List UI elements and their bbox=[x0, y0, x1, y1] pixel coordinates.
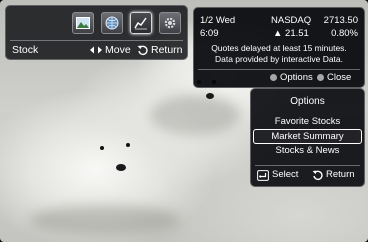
stock-time: 6:09 bbox=[200, 28, 219, 39]
stock-index-value: 2713.50 bbox=[323, 15, 358, 26]
widget-icon-row bbox=[72, 12, 181, 34]
select-label: Select bbox=[272, 169, 299, 180]
options-return-label: Return bbox=[326, 169, 355, 180]
close-button[interactable]: Close bbox=[317, 72, 351, 83]
stock-panel-divider bbox=[198, 69, 360, 70]
delay-notice-line-1: Quotes delayed at least 15 minutes. bbox=[211, 43, 347, 53]
stock-index-name: NASDAQ bbox=[271, 15, 312, 26]
select-button[interactable]: Select bbox=[257, 169, 298, 181]
options-button[interactable]: Options bbox=[270, 72, 313, 83]
globe-widget-icon[interactable] bbox=[101, 12, 123, 34]
return-icon bbox=[137, 45, 148, 55]
options-return-button[interactable]: Return bbox=[312, 169, 355, 181]
delay-notice-line-2: Data provided by interactive Data. bbox=[214, 54, 344, 64]
bear-nose bbox=[206, 93, 214, 99]
settings-widget-icon[interactable] bbox=[159, 12, 181, 34]
button-dot-icon bbox=[317, 74, 324, 81]
bear-cub-shading-2 bbox=[30, 205, 180, 235]
options-menu: Options Favorite Stocks Market Summary S… bbox=[250, 88, 365, 187]
stock-change: ▲ 21.51 bbox=[273, 28, 309, 39]
options-button-label: Options bbox=[280, 72, 313, 83]
widget-bar-divider bbox=[10, 40, 183, 41]
delay-notice: Quotes delayed at least 15 minutes. Data… bbox=[194, 43, 364, 65]
return-icon bbox=[312, 170, 323, 180]
return-hint[interactable]: Return bbox=[137, 44, 183, 56]
return-label: Return bbox=[151, 44, 183, 56]
bear-nose-2 bbox=[116, 164, 126, 171]
bear-eye-4 bbox=[126, 143, 130, 147]
bear-cub-shading bbox=[150, 95, 240, 135]
move-hint: Move bbox=[90, 44, 131, 56]
bear-eye-3 bbox=[100, 146, 104, 150]
close-button-label: Close bbox=[327, 72, 352, 83]
options-menu-divider bbox=[255, 165, 360, 166]
stock-change-percent: 0.80% bbox=[331, 28, 358, 39]
tv-screen-background: Stock Move Return 1/2 Wed NASDAQ 2713.50… bbox=[0, 0, 368, 242]
photo-widget-icon[interactable] bbox=[72, 12, 94, 34]
widget-title: Stock bbox=[12, 44, 39, 56]
stock-chart-widget-icon[interactable] bbox=[130, 12, 152, 34]
widget-bar: Stock Move Return bbox=[5, 5, 188, 60]
button-dot-icon bbox=[270, 74, 277, 81]
menu-item-market-summary[interactable]: Market Summary bbox=[253, 129, 362, 144]
menu-item-favorite-stocks[interactable]: Favorite Stocks bbox=[253, 115, 362, 128]
enter-icon bbox=[257, 169, 269, 181]
left-right-arrows-icon bbox=[90, 46, 102, 54]
options-menu-title: Options bbox=[290, 96, 325, 107]
stock-date: 1/2 Wed bbox=[200, 15, 236, 26]
move-label: Move bbox=[105, 44, 131, 56]
menu-item-stocks-news[interactable]: Stocks & News bbox=[253, 144, 362, 157]
stock-ticker-panel: 1/2 Wed NASDAQ 2713.50 6:09 ▲ 21.51 0.80… bbox=[193, 7, 365, 88]
